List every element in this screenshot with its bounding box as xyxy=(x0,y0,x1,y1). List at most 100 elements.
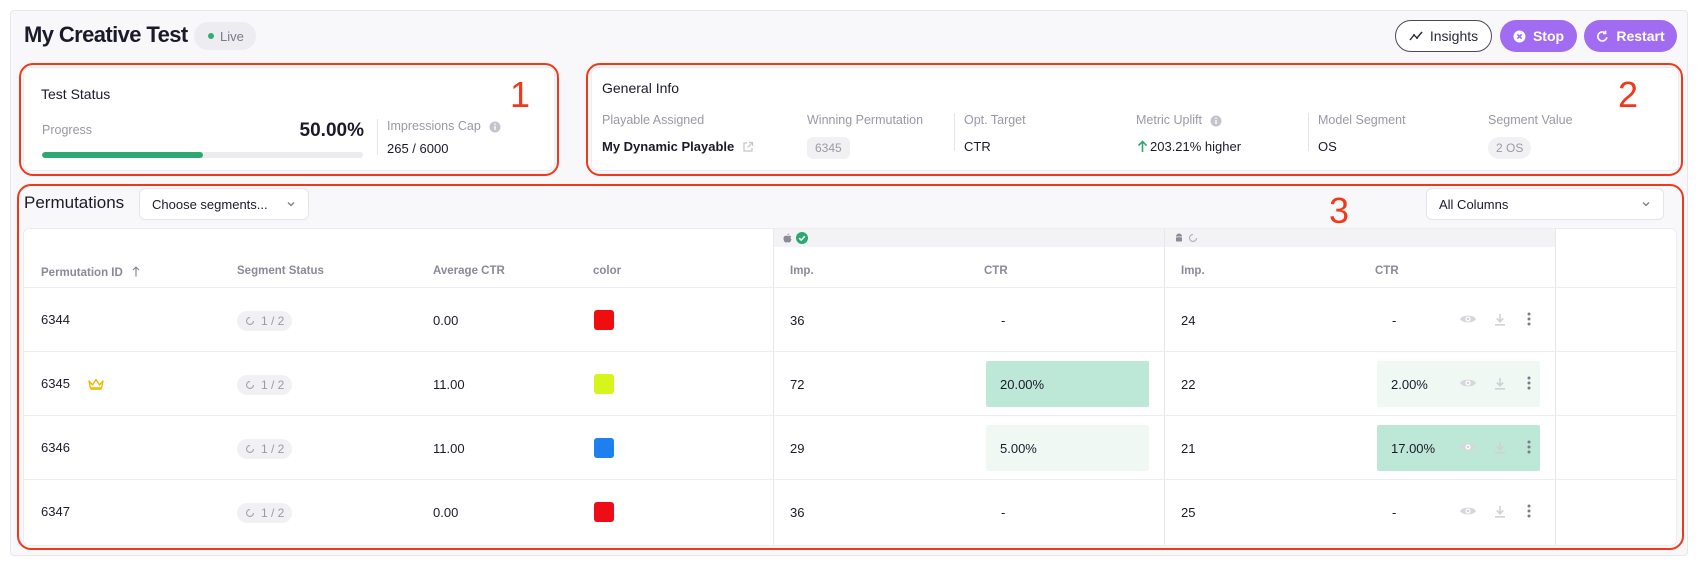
restart-button[interactable]: Restart xyxy=(1584,20,1677,52)
playable-assigned-label: Playable Assigned xyxy=(602,113,705,127)
header-permutation-id[interactable]: Permutation ID xyxy=(41,265,140,279)
segments-select[interactable]: Choose segments... xyxy=(139,188,309,220)
ios-imp-value: 29 xyxy=(790,441,805,456)
ios-imp-value: 36 xyxy=(790,505,805,520)
android-imp-value: 25 xyxy=(1181,505,1196,520)
pending-circle-icon xyxy=(245,316,255,326)
header-segment-status[interactable]: Segment Status xyxy=(237,265,324,277)
ios-ctr-value: - xyxy=(1001,313,1006,328)
playable-assigned-value[interactable]: My Dynamic Playable xyxy=(602,139,734,154)
segment-status-chip: 1 / 2 xyxy=(237,375,293,395)
header-ios-ctr[interactable]: CTR xyxy=(984,265,1008,277)
progress-label: Progress xyxy=(42,123,93,137)
stop-circle-icon xyxy=(1513,30,1526,42)
header-android-ctr[interactable]: CTR xyxy=(1375,265,1399,277)
ios-imp-value: 36 xyxy=(790,313,805,328)
segment-value-chip: 2 OS xyxy=(1488,137,1532,159)
pending-circle-icon xyxy=(245,444,255,454)
ios-ctr-cell: 5.00% xyxy=(986,425,1149,471)
color-swatch xyxy=(594,438,614,458)
info-icon[interactable] xyxy=(489,121,501,133)
model-segment-label: Model Segment xyxy=(1318,113,1406,127)
header-color[interactable]: color xyxy=(593,265,621,277)
header-average-ctr[interactable]: Average CTR xyxy=(433,265,505,277)
eye-icon[interactable] xyxy=(1459,505,1477,517)
stop-label: Stop xyxy=(1532,28,1565,44)
download-icon[interactable] xyxy=(1494,377,1506,390)
chevron-down-icon xyxy=(1642,202,1650,207)
more-vertical-icon[interactable] xyxy=(1527,440,1531,454)
permutation-id: 6347 xyxy=(41,504,70,519)
eye-icon[interactable] xyxy=(1459,441,1477,453)
segments-select-value: Choose segments... xyxy=(152,196,268,212)
apple-icon xyxy=(783,233,792,243)
header-permutation-id-label: Permutation ID xyxy=(41,267,123,279)
impressions-cap-value: 265 / 6000 xyxy=(387,141,449,156)
segment-value-label: Segment Value xyxy=(1488,113,1573,127)
android-imp-value: 21 xyxy=(1181,441,1196,456)
restart-label: Restart xyxy=(1616,28,1665,44)
download-icon[interactable] xyxy=(1494,441,1506,454)
insights-button[interactable]: Insights xyxy=(1395,20,1492,52)
segment-status-value: 1 / 2 xyxy=(261,378,285,392)
general-info-card: General Info Playable Assigned My Dynami… xyxy=(591,67,1679,171)
annotation-label-1: 1 xyxy=(510,74,531,115)
impressions-cap-label: Impressions Cap xyxy=(387,119,481,133)
header-ios-imp[interactable]: Imp. xyxy=(790,265,814,277)
metric-uplift-label: Metric Uplift xyxy=(1136,113,1202,127)
opt-target-label: Opt. Target xyxy=(964,113,1026,127)
download-icon[interactable] xyxy=(1494,505,1506,518)
permutations-title: Permutations xyxy=(24,193,125,212)
segment-status-chip: 1 / 2 xyxy=(237,311,293,331)
color-swatch xyxy=(594,374,614,394)
android-group-header xyxy=(1165,229,1555,247)
winning-permutation-chip: 6345 xyxy=(807,137,850,159)
check-circle-icon xyxy=(796,232,808,244)
permutation-id: 6344 xyxy=(41,312,70,327)
average-ctr-value: 0.00 xyxy=(433,313,459,328)
general-info-title: General Info xyxy=(602,80,680,96)
android-ctr-value: 2.00% xyxy=(1391,376,1428,392)
sort-ascending-icon[interactable] xyxy=(132,266,140,277)
progress-bar xyxy=(42,152,363,158)
segment-status-chip: 1 / 2 xyxy=(237,503,293,523)
permutations-table: Permutation ID Segment Status Average CT… xyxy=(23,228,1677,546)
restart-icon xyxy=(1597,30,1608,42)
ios-ctr-value: - xyxy=(1001,505,1006,520)
pending-circle-icon xyxy=(245,508,255,518)
eye-icon[interactable] xyxy=(1459,313,1477,325)
more-vertical-icon[interactable] xyxy=(1527,312,1531,326)
row-divider xyxy=(24,351,1676,352)
external-link-icon[interactable] xyxy=(742,141,754,153)
row-divider xyxy=(24,415,1676,416)
more-vertical-icon[interactable] xyxy=(1527,504,1531,518)
color-swatch xyxy=(594,502,614,522)
android-icon xyxy=(1176,233,1182,242)
row-divider xyxy=(24,287,1676,288)
download-icon[interactable] xyxy=(1494,313,1506,326)
insights-label: Insights xyxy=(1429,28,1479,44)
column-divider xyxy=(1164,229,1165,545)
stop-button[interactable]: Stop xyxy=(1500,20,1577,52)
trend-chart-icon xyxy=(1409,31,1423,41)
eye-icon[interactable] xyxy=(1459,377,1477,389)
more-vertical-icon[interactable] xyxy=(1527,376,1531,390)
live-dot-icon xyxy=(208,33,214,39)
header-android-imp[interactable]: Imp. xyxy=(1181,265,1205,277)
model-segment-value: OS xyxy=(1318,139,1337,154)
test-status-card: Test Status Progress 50.00% Impressions … xyxy=(23,67,555,171)
crown-icon xyxy=(88,378,104,390)
segment-status-value: 1 / 2 xyxy=(261,314,285,328)
columns-select-value: All Columns xyxy=(1439,196,1509,212)
opt-target-value: CTR xyxy=(964,139,991,154)
columns-select[interactable]: All Columns xyxy=(1426,188,1664,220)
color-swatch xyxy=(594,310,614,330)
permutation-id: 6345 xyxy=(41,376,70,391)
ios-imp-value: 72 xyxy=(790,377,805,392)
android-imp-value: 24 xyxy=(1181,313,1196,328)
segment-status-value: 1 / 2 xyxy=(261,442,285,456)
column-divider xyxy=(773,229,774,545)
metric-uplift-value: 203.21% higher xyxy=(1150,139,1242,154)
segment-status-value: 1 / 2 xyxy=(261,506,285,520)
info-icon[interactable] xyxy=(1210,115,1222,127)
